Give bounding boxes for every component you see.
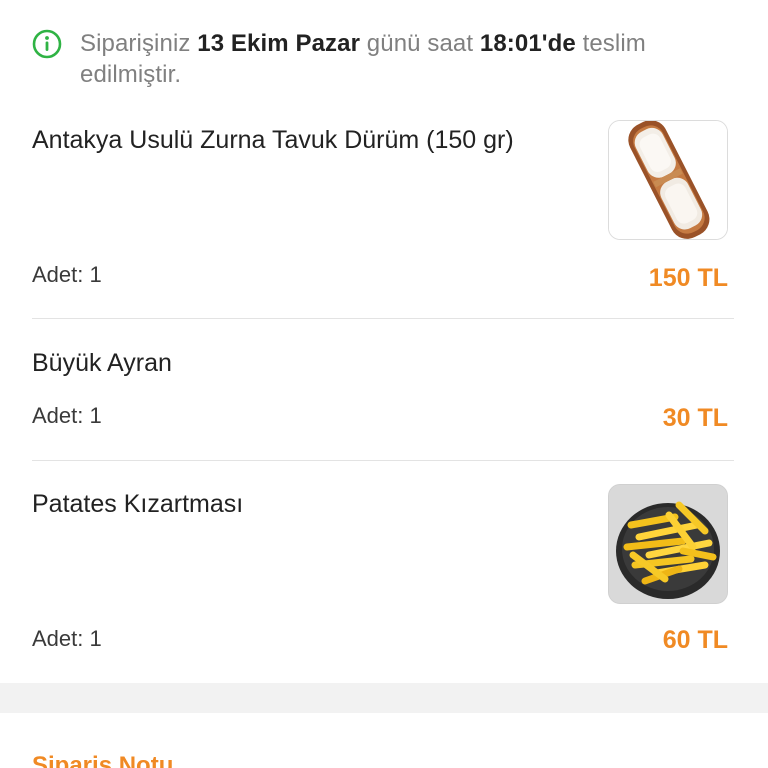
order-note-title: Sipariş Notu bbox=[32, 752, 174, 768]
order-item: Patates Kızartması Adet: 1 60 TL bbox=[32, 484, 734, 664]
info-icon bbox=[32, 29, 62, 59]
item-price: 60 TL bbox=[662, 626, 728, 654]
fries-image-icon bbox=[609, 485, 727, 603]
item-quantity: Adet: 1 bbox=[32, 626, 102, 651]
item-name: Büyük Ayran bbox=[32, 349, 172, 377]
item-price: 150 TL bbox=[648, 264, 728, 292]
item-name: Patates Kızartması bbox=[32, 490, 244, 518]
status-middle: günü saat bbox=[366, 30, 474, 57]
wrap-image-icon bbox=[609, 121, 727, 239]
item-divider bbox=[32, 460, 734, 461]
delivery-time: 18:01'de bbox=[479, 30, 576, 57]
order-detail-page: Siparişiniz 13 Ekim Pazar günü saat 18:0… bbox=[0, 0, 768, 768]
item-quantity: Adet: 1 bbox=[32, 403, 102, 428]
order-item: Antakya Usulü Zurna Tavuk Dürüm (150 gr)… bbox=[32, 120, 734, 300]
item-image bbox=[608, 120, 728, 240]
status-prefix: Siparişiniz bbox=[80, 30, 191, 57]
order-item: Büyük Ayran Adet: 1 30 TL bbox=[32, 346, 734, 446]
delivery-date: 13 Ekim Pazar bbox=[197, 30, 361, 57]
delivery-status: Siparişiniz 13 Ekim Pazar günü saat 18:0… bbox=[32, 28, 732, 90]
item-divider bbox=[32, 318, 734, 319]
item-image bbox=[608, 484, 728, 604]
item-price: 30 TL bbox=[662, 404, 728, 432]
delivery-status-text: Siparişiniz 13 Ekim Pazar günü saat 18:0… bbox=[80, 28, 732, 90]
item-quantity: Adet: 1 bbox=[32, 262, 102, 287]
item-name: Antakya Usulü Zurna Tavuk Dürüm (150 gr) bbox=[32, 126, 514, 154]
section-separator bbox=[0, 683, 768, 713]
